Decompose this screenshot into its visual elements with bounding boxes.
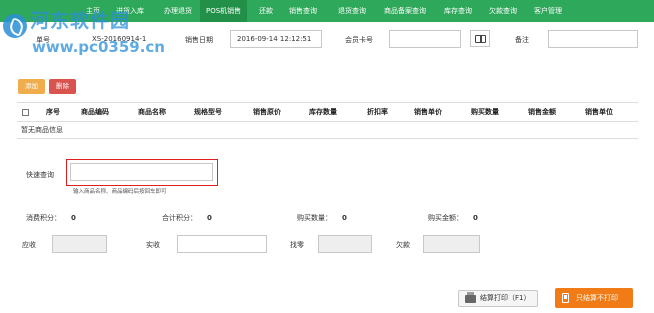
- quick-search-hint: 输入商品名称、商品编码后按回车即可: [73, 189, 167, 195]
- column-header-purchase-qty: 购买数量: [471, 108, 499, 116]
- nav-item-return-query[interactable]: 退货查询: [332, 0, 372, 22]
- member-card-label: 会员卡号: [345, 36, 373, 44]
- stat-purchase-amount-value: 0: [473, 214, 478, 222]
- sale-date-value: 2016-09-14 12:12:51: [237, 35, 312, 43]
- column-header-index: 序号: [46, 108, 60, 116]
- column-header-spec: 规格型号: [194, 108, 222, 116]
- settle-print-button[interactable]: 结算打印（F1）: [458, 290, 538, 307]
- debt-field: [423, 235, 480, 253]
- column-header-product-name: 商品名称: [138, 108, 166, 116]
- table-empty-row: 暂无商品信息: [17, 122, 638, 139]
- nav-item-pos-sales[interactable]: POS机销售: [200, 0, 248, 22]
- settle-no-print-button[interactable]: 只结算不打印: [555, 288, 633, 308]
- column-header-unit-price: 销售单价: [414, 108, 442, 116]
- column-header-original-price: 销售原价: [253, 108, 281, 116]
- watermark-title: 河东软件园: [30, 10, 131, 32]
- stat-consumption-points-value: 0: [71, 214, 76, 222]
- nav-item-repayment[interactable]: 还款: [253, 0, 279, 22]
- stat-total-points-value: 0: [207, 214, 212, 222]
- column-header-sales-unit: 销售单位: [585, 108, 613, 116]
- watermark-url: www.pc0359.cn: [32, 38, 165, 56]
- document-icon: [562, 293, 569, 303]
- member-card-field[interactable]: [389, 30, 461, 48]
- stat-purchase-amount-label: 购买金额：: [428, 214, 463, 222]
- stat-purchase-qty-label: 购买数量：: [297, 214, 332, 222]
- stat-purchase-amount: 购买金额： 0: [428, 213, 478, 223]
- nav-item-return[interactable]: 办理退货: [158, 0, 198, 22]
- book-icon: [475, 35, 486, 43]
- column-header-sales-amount: 销售金额: [528, 108, 556, 116]
- printer-icon: [465, 292, 476, 303]
- delete-button[interactable]: 删除: [49, 79, 76, 94]
- nav-item-debt-query[interactable]: 欠款查询: [483, 0, 523, 22]
- receivable-label: 应收: [22, 241, 36, 249]
- stat-total-points: 合计积分： 0: [162, 213, 212, 223]
- product-table-header: 序号 商品编码 商品名称 规格型号 销售原价 库存数量 折扣率 销售单价 购买数…: [17, 102, 638, 122]
- stat-purchase-qty-value: 0: [342, 214, 347, 222]
- received-label: 实收: [146, 241, 160, 249]
- stat-purchase-qty: 购买数量： 0: [297, 213, 347, 223]
- stat-consumption-points: 消费积分： 0: [26, 213, 76, 223]
- member-lookup-button[interactable]: [470, 30, 490, 47]
- nav-item-customer-management[interactable]: 客户管理: [528, 0, 568, 22]
- select-all-checkbox[interactable]: [22, 109, 29, 116]
- column-header-product-code: 商品编码: [81, 108, 109, 116]
- column-header-discount: 折扣率: [367, 108, 388, 116]
- stat-total-points-label: 合计积分：: [162, 214, 197, 222]
- quick-search-input[interactable]: [70, 163, 213, 181]
- change-label: 找零: [290, 241, 304, 249]
- nav-item-product-record-query[interactable]: 商品备案查询: [378, 0, 432, 22]
- quick-search-highlight: [66, 159, 218, 186]
- quick-search-label: 快速查询: [26, 171, 54, 179]
- sale-date-label: 销售日期: [185, 36, 213, 44]
- nav-item-inventory-query[interactable]: 库存查询: [438, 0, 478, 22]
- received-field[interactable]: [177, 235, 267, 253]
- remark-field[interactable]: [548, 30, 638, 48]
- remark-label: 备注: [515, 36, 529, 44]
- column-header-stock-qty: 库存数量: [309, 108, 337, 116]
- add-button[interactable]: 添加: [18, 79, 45, 94]
- settle-no-print-label: 只结算不打印: [576, 294, 618, 302]
- sale-date-field[interactable]: 2016-09-14 12:12:51: [230, 30, 322, 48]
- watermark-logo-icon: [3, 14, 27, 38]
- settle-print-label: 结算打印（F1）: [480, 294, 531, 302]
- change-field: [318, 235, 372, 253]
- nav-item-sales-query[interactable]: 销售查询: [283, 0, 323, 22]
- debt-label: 欠款: [396, 241, 410, 249]
- receivable-field: [52, 235, 107, 253]
- stat-consumption-points-label: 消费积分：: [26, 214, 61, 222]
